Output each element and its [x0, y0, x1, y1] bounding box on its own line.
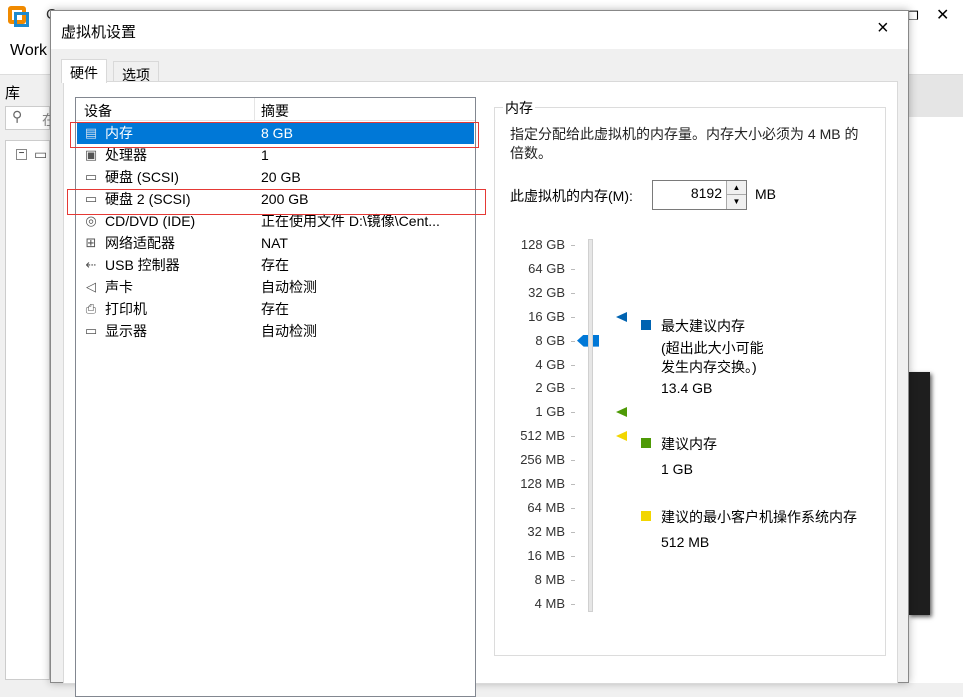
scale-label: 64 MB — [495, 500, 575, 515]
legend-marker-icon — [616, 311, 627, 322]
legend-swatch-icon — [641, 438, 651, 448]
legend-swatch-icon — [641, 511, 651, 521]
header-device[interactable]: 设备 — [84, 101, 112, 121]
library-label: 库 — [5, 85, 21, 102]
device-summary: 存在 — [261, 257, 289, 273]
highlight-box-memory — [70, 122, 479, 148]
background-console-preview — [908, 372, 930, 615]
spin-down-icon[interactable]: ▼ — [726, 195, 746, 209]
scale-label: 64 GB — [495, 261, 575, 276]
device-summary: NAT — [261, 235, 288, 251]
legend-marker-icon — [616, 431, 627, 442]
memory-group: 内存 指定分配给此虚拟机的内存量。内存大小必须为 4 MB 的倍数。 此虚拟机的… — [494, 98, 886, 656]
memory-value: 8192 — [690, 185, 722, 201]
memory-input[interactable]: 8192 ▲ ▼ — [652, 180, 747, 210]
background-library-pane: 库 ⚲ 在 − ▭ — [0, 78, 56, 683]
collapse-icon[interactable]: − — [16, 149, 27, 160]
scale-label: 2 GB — [495, 380, 575, 395]
scale-label: 16 MB — [495, 548, 575, 563]
device-row[interactable]: ◁ 声卡 自动检测 — [77, 276, 474, 298]
background-tabstrip — [908, 75, 963, 117]
computer-icon: ▭ — [34, 146, 48, 162]
device-summary: 自动检测 — [261, 323, 317, 339]
vm-settings-dialog: 虚拟机设置 × 硬件 选项 设备 摘要 ▤ 内存 8 GB ▣ 处理器 1 ▭ 硬盘 (SCS… — [50, 10, 909, 697]
workstation-menu[interactable]: Work — [10, 42, 47, 60]
device-name: USB 控制器 — [105, 257, 180, 273]
device-row[interactable]: ▭ 显示器 自动检测 — [77, 320, 474, 342]
dialog-title-bar: 虚拟机设置 × — [51, 11, 908, 49]
dialog-title: 虚拟机设置 — [61, 24, 137, 41]
tab-options[interactable]: 选项 — [113, 61, 159, 83]
legend-label: 建议内存 — [661, 436, 717, 452]
device-summary: 自动检测 — [261, 279, 317, 295]
library-tree[interactable]: − ▭ — [5, 140, 50, 680]
legend-label: 最大建议内存 — [661, 318, 745, 334]
scale-label: 8 MB — [495, 572, 575, 587]
list-header: 设备 摘要 — [76, 98, 475, 121]
memory-group-title: 内存 — [503, 98, 535, 118]
scale-label: 32 MB — [495, 524, 575, 539]
device-summary: 存在 — [261, 301, 289, 317]
scale-label: 128 MB — [495, 476, 575, 491]
header-summary[interactable]: 摘要 — [261, 101, 289, 121]
device-row[interactable]: ▭ 硬盘 (SCSI) 20 GB — [77, 166, 474, 188]
scale-label: 16 GB — [495, 309, 575, 324]
printer-icon: ⎙ — [85, 301, 97, 316]
hard-disk-icon: ▭ — [84, 169, 98, 184]
spin-up-icon[interactable]: ▲ — [726, 181, 746, 195]
device-name: 声卡 — [105, 279, 133, 295]
scale-label: 256 MB — [495, 452, 575, 467]
legend-label: 建议的最小客户机操作系统内存 — [661, 509, 857, 525]
scale-label: 512 MB — [495, 428, 575, 443]
scale-label: 128 GB — [495, 237, 575, 252]
device-name: 硬盘 (SCSI) — [105, 169, 179, 185]
scale-label: 4 MB — [495, 596, 575, 611]
device-name: 显示器 — [105, 323, 147, 339]
tab-hardware[interactable]: 硬件 — [61, 59, 107, 83]
background-close-icon[interactable]: ✕ — [936, 5, 949, 25]
speaker-icon: ◁ — [86, 279, 96, 294]
device-row[interactable]: ⎙ 打印机 存在 — [77, 298, 474, 320]
cd-dvd-icon: ◎ — [85, 213, 97, 228]
legend-value: 512 MB — [661, 534, 710, 550]
device-name: 网络适配器 — [105, 235, 175, 251]
processor-icon: ▣ — [84, 147, 98, 162]
memory-unit: MB — [755, 186, 776, 202]
usb-icon: ⇠ — [85, 257, 97, 272]
scale-label: 1 GB — [495, 404, 575, 419]
search-icon: ⚲ — [12, 108, 23, 124]
memory-field-label: 此虚拟机的内存(M): — [510, 188, 633, 204]
legend-value: 13.4 GB — [661, 380, 713, 396]
background-restore-icon[interactable]: ❐ — [908, 9, 919, 23]
device-row[interactable]: ⊞ 网络适配器 NAT — [77, 232, 474, 254]
monitor-icon: ▭ — [84, 323, 98, 338]
scale-label: 4 GB — [495, 357, 575, 372]
memory-slider-track[interactable] — [588, 239, 593, 612]
highlight-box-disk2 — [67, 189, 486, 215]
device-summary: 20 GB — [261, 169, 301, 185]
library-search-input[interactable]: ⚲ 在 — [5, 106, 56, 130]
device-list[interactable]: 设备 摘要 ▤ 内存 8 GB ▣ 处理器 1 ▭ 硬盘 (SCSI) 20 GB ▭ 硬盘 2 (… — [75, 97, 476, 697]
column-divider[interactable] — [254, 98, 255, 120]
legend-swatch-icon — [641, 320, 651, 330]
legend-note: (超出此大小可能 发生内存交换。) — [661, 340, 764, 375]
device-name: 打印机 — [105, 301, 147, 317]
scale-label: 8 GB — [495, 333, 575, 348]
legend-marker-icon — [616, 407, 627, 418]
device-row[interactable]: ⇠ USB 控制器 存在 — [77, 254, 474, 276]
legend-value: 1 GB — [661, 461, 693, 477]
close-icon[interactable]: × — [877, 17, 889, 40]
vmware-logo-icon — [8, 6, 29, 27]
scale-label: 32 GB — [495, 285, 575, 300]
network-adapter-icon: ⊞ — [85, 235, 97, 250]
memory-description: 指定分配给此虚拟机的内存量。内存大小必须为 4 MB 的倍数。 — [510, 126, 859, 161]
